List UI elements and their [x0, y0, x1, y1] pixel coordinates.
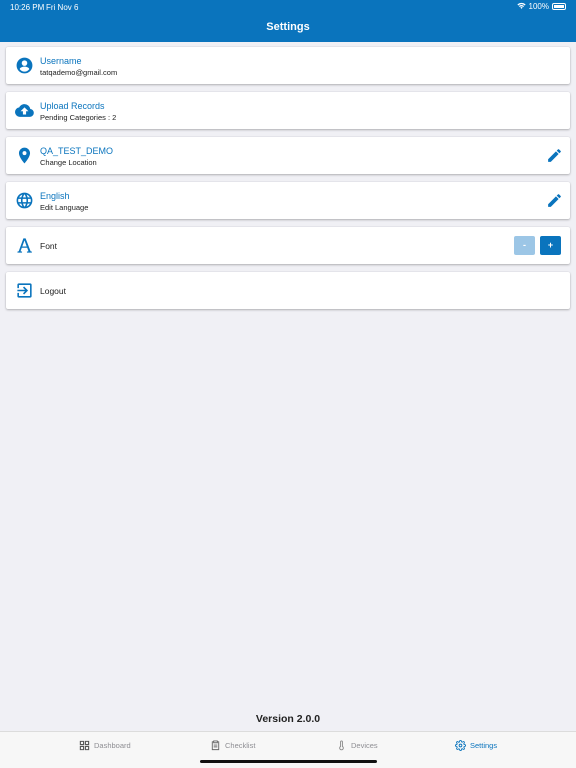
battery-percent: 100% — [528, 2, 549, 11]
account-circle-icon — [15, 56, 34, 75]
tab-checklist[interactable]: Checklist — [210, 740, 255, 751]
tab-checklist-label: Checklist — [225, 741, 256, 750]
logout-icon — [15, 281, 34, 300]
pending-categories: Pending Categories : 2 — [40, 113, 117, 122]
decrease-font-button[interactable]: - — [514, 236, 535, 255]
username-label: Username — [40, 56, 82, 66]
upload-records-card[interactable]: Upload Records Pending Categories : 2 — [6, 92, 570, 129]
location-name: QA_TEST_DEMO — [40, 146, 114, 156]
home-indicator — [200, 760, 377, 763]
username-card: Username tatqademo@gmail.com — [6, 47, 570, 84]
thermometer-icon — [336, 740, 347, 751]
page-title: Settings — [266, 21, 310, 33]
upload-records-label: Upload Records — [40, 101, 105, 111]
logout-label: Logout — [40, 286, 66, 296]
cloud-upload-icon — [15, 101, 34, 120]
font-card: Font - + — [6, 227, 570, 264]
logout-card[interactable]: Logout — [6, 272, 570, 309]
tab-settings-label: Settings — [470, 741, 498, 750]
tab-devices-label: Devices — [351, 741, 378, 750]
wifi-icon — [516, 2, 526, 11]
tab-devices[interactable]: Devices — [336, 740, 378, 751]
globe-icon — [15, 191, 34, 210]
font-letter-icon — [15, 236, 34, 255]
version-label: Version 2.0.0 — [255, 713, 321, 725]
status-indicators: 100% — [516, 2, 566, 11]
dashboard-grid-icon — [79, 740, 90, 751]
location-card: QA_TEST_DEMO Change Location — [6, 137, 570, 174]
status-date: Fri Nov 6 — [46, 3, 79, 12]
change-location-label: Change Location — [40, 158, 97, 167]
tab-dashboard-label: Dashboard — [94, 741, 131, 750]
language-name: English — [40, 191, 70, 201]
username-value: tatqademo@gmail.com — [40, 68, 118, 77]
edit-location-pencil-icon[interactable] — [546, 147, 563, 164]
status-time: 10:26 PM — [10, 3, 45, 12]
edit-language-pencil-icon[interactable] — [546, 192, 563, 209]
edit-language-label: Edit Language — [40, 203, 89, 212]
font-label: Font — [40, 241, 58, 251]
gear-icon — [455, 740, 466, 751]
language-card: English Edit Language — [6, 182, 570, 219]
tab-settings[interactable]: Settings — [455, 740, 497, 751]
clipboard-icon — [210, 740, 221, 751]
top-bar: 10:26 PM Fri Nov 6 100% Settings — [0, 0, 576, 42]
location-pin-icon — [15, 146, 34, 165]
tab-dashboard[interactable]: Dashboard — [79, 740, 131, 751]
battery-icon — [552, 3, 566, 10]
increase-font-button[interactable]: + — [540, 236, 561, 255]
